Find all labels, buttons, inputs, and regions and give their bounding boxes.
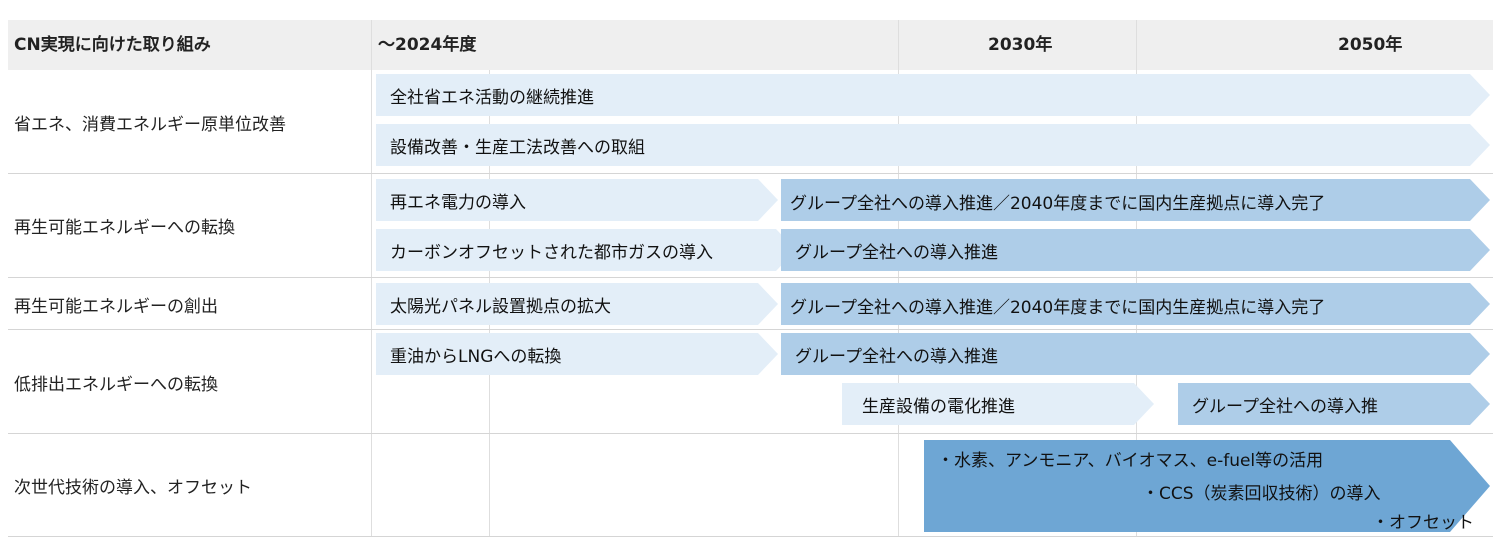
next-gen-note: ・CCS（炭素回収技術）の導入 (1142, 484, 1381, 504)
roadmap-arrow: グループ全社への導入推進 (781, 229, 1490, 271)
row-divider (8, 173, 1493, 174)
row-divider (8, 329, 1493, 330)
row-divider (8, 277, 1493, 278)
row-label-renewable-creation: 再生可能エネルギーの創出 (14, 297, 218, 317)
row-label-energy-saving: 省エネ、消費エネルギー原単位改善 (14, 115, 286, 135)
roadmap-arrow: 再エネ電力の導入 (376, 179, 778, 221)
roadmap-arrow: 設備改善・生産工法改善への取組 (376, 124, 1490, 166)
header-2050: 2050年 (1338, 35, 1403, 55)
row-label-next-gen: 次世代技術の導入、オフセット (14, 478, 252, 498)
divider-label-column (371, 20, 372, 536)
next-gen-note: ・水素、アンモニア、バイオマス、e-fuel等の活用 (937, 451, 1324, 471)
roadmap-arrow: 太陽光パネル設置拠点の拡大 (376, 283, 778, 325)
row-divider (8, 536, 1493, 537)
roadmap-arrow: カーボンオフセットされた都市ガスの導入 (376, 229, 796, 271)
roadmap-arrow-label: グループ全社への導入推進／2040年度までに国内生産拠点に導入完了 (790, 194, 1326, 214)
table-header (8, 20, 1493, 70)
roadmap-arrow: グループ全社への導入推 (1178, 383, 1490, 425)
roadmap-arrow: 全社省エネ活動の継続推進 (376, 74, 1490, 116)
next-gen-note: ・オフセット (1372, 513, 1474, 533)
row-divider (8, 433, 1493, 434)
roadmap-arrow: 重油からLNGへの転換 (376, 333, 778, 375)
roadmap-arrow: グループ全社への導入推進 (781, 333, 1490, 375)
header-initiative: CN実現に向けた取り組み (14, 35, 211, 55)
roadmap-arrow: 生産設備の電化推進 (842, 383, 1154, 425)
roadmap-arrow-label: グループ全社への導入推進／2040年度までに国内生産拠点に導入完了 (790, 298, 1326, 318)
header-2024: ～2024年度 (378, 35, 477, 55)
header-2030: 2030年 (988, 35, 1053, 55)
row-label-renewable-conversion: 再生可能エネルギーへの転換 (14, 218, 235, 238)
row-label-low-emission: 低排出エネルギーへの転換 (14, 375, 218, 395)
